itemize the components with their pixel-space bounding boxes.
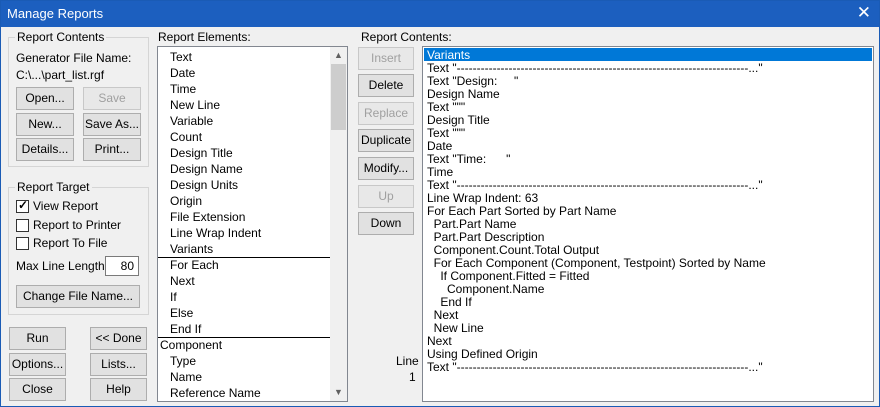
list-item[interactable]: Reference Name — [170, 386, 261, 400]
list-item[interactable]: Date — [170, 66, 195, 80]
scroll-up-icon[interactable]: ▲ — [334, 50, 343, 60]
checkbox-box — [16, 198, 29, 213]
view-report-checkbox[interactable]: View Report — [16, 198, 99, 213]
scroll-down-icon[interactable]: ▼ — [334, 387, 343, 397]
up-button[interactable]: Up — [358, 185, 414, 208]
replace-button[interactable]: Replace — [358, 102, 414, 125]
down-button[interactable]: Down — [358, 212, 414, 235]
insert-button[interactable]: Insert — [358, 47, 414, 70]
change-file-name-button[interactable]: Change File Name... — [16, 285, 140, 308]
new-button[interactable]: New... — [16, 113, 74, 136]
title-bar: Manage Reports ✕ — [1, 1, 879, 27]
list-item[interactable]: Date — [427, 139, 452, 153]
list-item[interactable]: For Each — [170, 258, 219, 272]
list-item[interactable]: Text """ — [427, 126, 465, 140]
modify-button[interactable]: Modify... — [358, 157, 414, 180]
list-item[interactable]: Line Wrap Indent — [170, 226, 261, 240]
report-target-legend: Report Target — [15, 180, 92, 194]
lists-button[interactable]: Lists... — [90, 353, 147, 376]
list-item[interactable]: Type — [170, 354, 196, 368]
report-to-file-label: Report To File — [33, 236, 108, 250]
print-button[interactable]: Print... — [83, 138, 141, 161]
close-button[interactable]: Close — [9, 378, 66, 401]
list-separator — [158, 337, 330, 338]
list-item[interactable]: Text "Design: " — [427, 74, 518, 88]
list-item[interactable]: Line Wrap Indent: 63 — [427, 191, 538, 205]
list-item[interactable]: For Each Component (Component, Testpoint… — [427, 256, 766, 270]
done-button[interactable]: << Done — [90, 327, 147, 350]
list-item[interactable]: Part.Part Description — [427, 230, 545, 244]
run-button[interactable]: Run — [9, 327, 66, 350]
list-item[interactable]: If Component.Fitted = Fitted — [427, 269, 589, 283]
options-button[interactable]: Options... — [9, 353, 66, 376]
list-item[interactable]: Text "----------------------------------… — [427, 61, 763, 75]
list-item[interactable]: Part.Part Name — [427, 217, 517, 231]
manage-reports-window: Manage Reports ✕ Report Contents Generat… — [0, 0, 880, 407]
list-item[interactable]: New Line — [170, 98, 220, 112]
checkbox-box — [16, 218, 29, 232]
list-item[interactable]: Text — [170, 50, 192, 64]
list-item[interactable]: File Extension — [170, 210, 245, 224]
report-contents-legend: Report Contents — [15, 30, 107, 44]
list-item[interactable]: Variants — [427, 48, 470, 62]
list-item[interactable]: Next — [427, 334, 452, 348]
list-item[interactable]: Count — [170, 130, 202, 144]
report-contents-list[interactable]: Variants Text "--------------------------… — [422, 46, 874, 402]
list-item[interactable]: New Line — [427, 321, 484, 335]
generator-file-path: C:\...\part_list.rgf — [16, 68, 105, 82]
window-title: Manage Reports — [7, 6, 104, 21]
view-report-label: View Report — [33, 199, 99, 213]
list-item[interactable]: Design Title — [170, 146, 233, 160]
list-item[interactable]: Name — [170, 370, 202, 384]
list-item[interactable]: Component.Count.Total Output — [427, 243, 599, 257]
list-item[interactable]: Variable — [170, 114, 213, 128]
max-line-length-input[interactable]: 80 — [105, 256, 139, 276]
list-item[interactable]: If — [170, 290, 177, 304]
list-item[interactable]: Component — [160, 338, 222, 352]
save-button[interactable]: Save — [83, 87, 141, 110]
scrollbar-thumb[interactable] — [331, 64, 346, 130]
list-item[interactable]: Text "Time: " — [427, 152, 510, 166]
report-contents-label: Report Contents: — [361, 30, 452, 44]
selected-row-highlight — [424, 48, 872, 61]
list-item[interactable]: End If — [170, 322, 201, 336]
list-item[interactable]: Text """ — [427, 100, 465, 114]
report-elements-label: Report Elements: — [158, 30, 251, 44]
details-button[interactable]: Details... — [16, 138, 74, 161]
list-item[interactable]: Time — [170, 82, 196, 96]
max-line-length-label: Max Line Length: — [16, 259, 109, 273]
report-elements-scrollbar[interactable]: ▲ ▼ — [330, 47, 347, 401]
list-separator — [158, 257, 330, 258]
report-elements-list[interactable]: Text Date Time New Line Variable Count Design … — [157, 46, 348, 402]
list-item[interactable]: For Each Part Sorted by Part Name — [427, 204, 616, 218]
checkbox-box — [16, 236, 29, 250]
list-item[interactable]: Design Name — [170, 162, 243, 176]
list-item[interactable]: End If — [427, 295, 471, 309]
list-item[interactable]: Text "----------------------------------… — [427, 360, 763, 374]
list-item[interactable]: Text "----------------------------------… — [427, 178, 763, 192]
open-button[interactable]: Open... — [16, 87, 74, 110]
line-label: Line — [396, 354, 419, 368]
list-item[interactable]: Variants — [170, 242, 213, 256]
list-item[interactable]: Component.Name — [427, 282, 544, 296]
report-to-printer-checkbox[interactable]: Report to Printer — [16, 218, 121, 232]
list-item[interactable]: Next — [170, 274, 195, 288]
line-number: 1 — [409, 370, 416, 384]
report-to-file-checkbox[interactable]: Report To File — [16, 236, 107, 250]
duplicate-button[interactable]: Duplicate — [358, 129, 414, 152]
list-item[interactable]: Origin — [170, 194, 202, 208]
list-item[interactable]: Time — [427, 165, 453, 179]
help-button[interactable]: Help — [90, 378, 147, 401]
list-item[interactable]: Design Name — [427, 87, 500, 101]
list-item[interactable]: Design Units — [170, 178, 238, 192]
close-icon[interactable]: ✕ — [857, 4, 871, 22]
delete-button[interactable]: Delete — [358, 74, 414, 97]
save-as-button[interactable]: Save As... — [83, 113, 141, 136]
list-item[interactable]: Using Defined Origin — [427, 347, 538, 361]
list-item[interactable]: Next — [427, 308, 459, 322]
report-to-printer-label: Report to Printer — [33, 218, 122, 232]
list-item[interactable]: Else — [170, 306, 193, 320]
list-item[interactable]: Design Title — [427, 113, 490, 127]
generator-file-label: Generator File Name: — [16, 51, 132, 65]
